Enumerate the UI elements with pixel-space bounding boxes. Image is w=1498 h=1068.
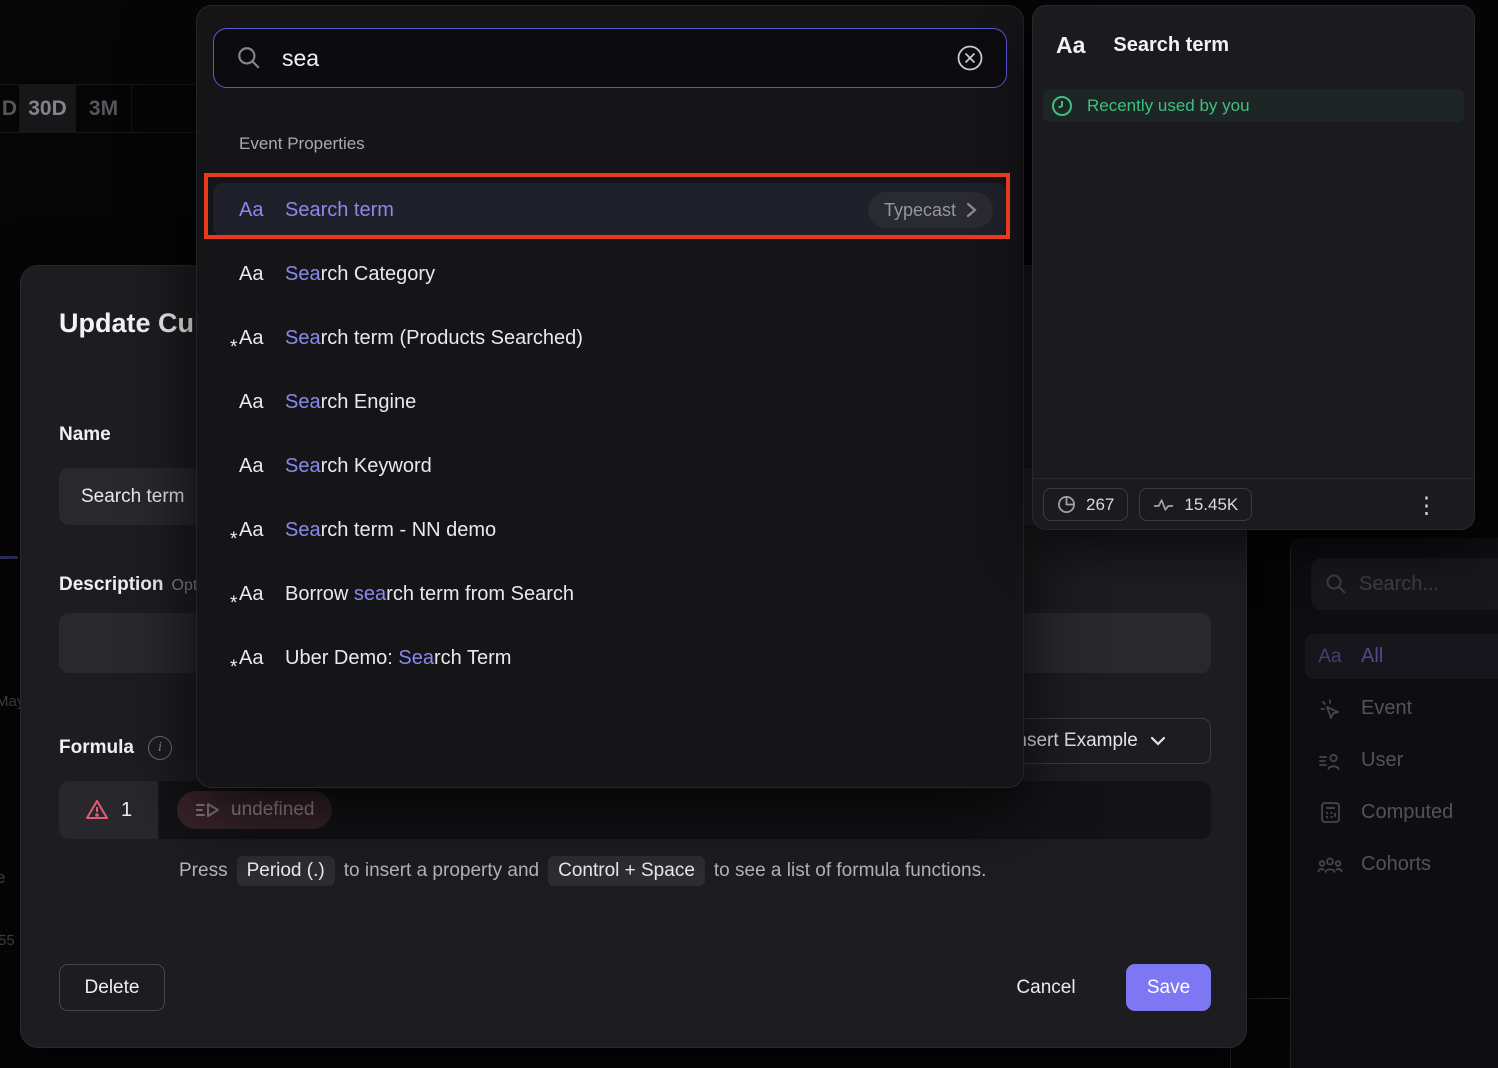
detail-header: Aa Search term: [1056, 32, 1229, 59]
detail-footer: 267 15.45K ⋮: [1043, 488, 1466, 521]
sidebar-items: Aa All Event User Computed Cohorts: [1305, 634, 1498, 887]
result-label: Uber Demo: Search Term: [285, 647, 993, 670]
warning-icon: [85, 799, 109, 821]
event-count-pill[interactable]: 15.45K: [1139, 488, 1252, 521]
activity-icon: [1153, 497, 1174, 513]
modal-title: Update Cu: [59, 308, 194, 339]
more-options-icon[interactable]: ⋮: [1415, 500, 1438, 510]
event-icon: [1317, 697, 1343, 721]
pie-chart-icon: [1057, 495, 1076, 514]
sidebar-search-input[interactable]: Search...: [1311, 558, 1498, 610]
formula-helper-text: Press Period (.) to insert a property an…: [179, 856, 1179, 886]
sidebar-item-label: User: [1361, 749, 1403, 772]
app-screen: D 30D 3M May e 55 Search... AaAllEventUs…: [0, 0, 1498, 1068]
recently-used-badge: Recently used by you: [1043, 89, 1464, 122]
time-tab-7d[interactable]: D: [0, 85, 20, 132]
string-type-icon: Aa*: [239, 583, 269, 606]
time-tab-3m[interactable]: 3M: [76, 85, 132, 132]
result-label: Search Keyword: [285, 455, 993, 478]
formula-label: Formula: [59, 737, 134, 759]
search-result-row[interactable]: Aa Search term Typecast: [213, 183, 1007, 237]
sidebar-item-label: Cohorts: [1361, 853, 1431, 876]
info-icon[interactable]: i: [148, 736, 172, 760]
chart-line-fragment: [0, 556, 18, 559]
sidebar-item-cohorts[interactable]: Cohorts: [1305, 842, 1498, 887]
formula-input[interactable]: undefined: [159, 781, 1211, 839]
search-icon: [236, 45, 262, 71]
string-type-icon: Aa: [1317, 646, 1343, 668]
name-label: Name: [59, 424, 111, 446]
string-type-icon: Aa*: [239, 327, 269, 350]
computed-icon: [1317, 801, 1343, 824]
result-label: Search term - NN demo: [285, 519, 993, 542]
string-type-icon: Aa: [239, 455, 269, 478]
name-input-value: Search term: [81, 486, 184, 508]
cancel-button[interactable]: Cancel: [996, 964, 1096, 1011]
property-search-input[interactable]: sea: [213, 28, 1007, 88]
custom-property-star-icon: *: [230, 529, 237, 551]
string-type-icon: Aa: [1056, 32, 1085, 59]
distinct-values-pill[interactable]: 267: [1043, 488, 1128, 521]
string-type-icon: Aa: [239, 391, 269, 414]
undefined-property-token[interactable]: undefined: [177, 791, 332, 829]
user-icon: [1317, 751, 1343, 771]
search-icon: [1325, 573, 1347, 595]
chart-axis-fragment-letter: e: [0, 868, 5, 888]
typecast-badge[interactable]: Typecast: [868, 192, 993, 228]
clock-icon: [1051, 95, 1073, 117]
string-type-icon: Aa*: [239, 647, 269, 670]
detail-title: Search term: [1113, 34, 1229, 57]
search-result-row[interactable]: Aa* Search term (Products Searched): [213, 311, 1007, 365]
custom-property-star-icon: *: [230, 337, 237, 359]
search-query-text: sea: [282, 45, 936, 72]
kbd-control-space: Control + Space: [548, 856, 705, 886]
sidebar-item-label: Computed: [1361, 801, 1453, 824]
string-type-icon: Aa: [239, 263, 269, 286]
property-search-dropdown: sea Event Properties Aa Search term Typeca…: [196, 5, 1024, 788]
custom-property-star-icon: *: [230, 657, 237, 679]
search-result-row[interactable]: Aa Search Category: [213, 247, 1007, 301]
search-result-row[interactable]: Aa Search Keyword: [213, 439, 1007, 493]
result-label: Search Category: [285, 263, 993, 286]
save-button[interactable]: Save: [1126, 964, 1211, 1011]
sidebar-item-label: All: [1361, 645, 1383, 668]
time-tab-30d[interactable]: 30D: [20, 85, 76, 132]
search-results-list: AaSearch termTypecastAaSearch CategoryAa…: [213, 183, 1007, 685]
search-result-row[interactable]: Aa* Borrow search term from Search: [213, 567, 1007, 621]
clear-search-icon[interactable]: [956, 44, 984, 72]
result-label: Search term (Products Searched): [285, 327, 993, 350]
result-label: Borrow search term from Search: [285, 583, 993, 606]
sidebar-item-computed[interactable]: Computed: [1305, 790, 1498, 835]
search-result-row[interactable]: Aa* Search term - NN demo: [213, 503, 1007, 557]
property-detail-panel: Aa Search term Recently used by you 267: [1032, 5, 1475, 530]
custom-property-star-icon: *: [230, 593, 237, 615]
delete-button[interactable]: Delete: [59, 964, 165, 1011]
time-range-tabs: D 30D 3M: [0, 84, 196, 133]
cohorts-icon: [1317, 855, 1343, 875]
chevron-down-icon: [1150, 736, 1166, 746]
detail-divider: [1033, 478, 1474, 479]
sidebar-item-user[interactable]: User: [1305, 738, 1498, 783]
result-label: Search term: [285, 199, 852, 222]
sidebar-item-label: Event: [1361, 697, 1412, 720]
property-type-sidebar: Search... Aa All Event User Computed Cohorts: [1290, 538, 1498, 1068]
sidebar-item-all[interactable]: Aa All: [1305, 634, 1498, 679]
search-result-row[interactable]: Aa Search Engine: [213, 375, 1007, 429]
formula-editor: 1 undefined: [59, 781, 1211, 839]
sidebar-search-placeholder: Search...: [1359, 573, 1439, 596]
search-result-row[interactable]: Aa* Uber Demo: Search Term: [213, 631, 1007, 685]
formula-label-row: Formula i: [59, 736, 172, 760]
string-type-icon: Aa: [239, 199, 269, 222]
kbd-period: Period (.): [237, 856, 335, 886]
chart-axis-fragment-value: 55: [0, 932, 15, 949]
result-label: Search Engine: [285, 391, 993, 414]
formula-token-icon: [195, 801, 221, 819]
string-type-icon: Aa*: [239, 519, 269, 542]
section-header-event-properties: Event Properties: [239, 134, 365, 154]
sidebar-item-event[interactable]: Event: [1305, 686, 1498, 731]
formula-error-count[interactable]: 1: [59, 781, 159, 839]
